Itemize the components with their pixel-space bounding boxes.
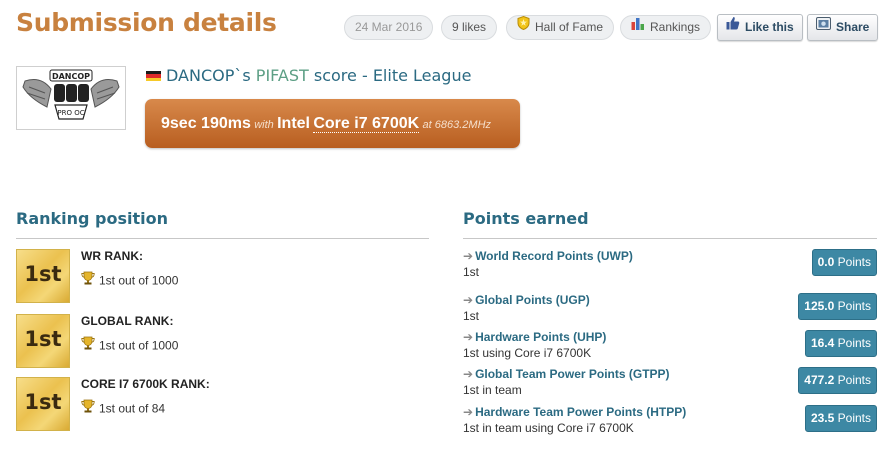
score-box: 9sec 190ms with Intel Core i7 6700K at 6… xyxy=(145,99,520,148)
arrow-right-icon: ➔ xyxy=(463,330,474,344)
points-label[interactable]: Hardware Points (UHP) xyxy=(475,330,606,344)
ranking-divider xyxy=(16,238,429,239)
points-label[interactable]: World Record Points (UWP) xyxy=(475,249,633,263)
like-this-button[interactable]: Like this xyxy=(717,14,803,41)
rank-label: CORE I7 6700K RANK: xyxy=(81,377,210,391)
ranking-section-title: Ranking position xyxy=(16,209,169,228)
hall-of-fame-label: Hall of Fame xyxy=(535,20,604,34)
arrow-right-icon: ➔ xyxy=(463,367,474,381)
rankings-label: Rankings xyxy=(650,20,701,34)
with-word: with xyxy=(254,119,274,131)
page-title: Submission details xyxy=(16,8,277,37)
points-row-uwp: ➔ World Record Points (UWP) 1st 0.0 Point… xyxy=(463,249,877,279)
arrow-right-icon: ➔ xyxy=(463,405,474,419)
likes-text: 9 likes xyxy=(452,20,487,34)
user-link[interactable]: DANCOP xyxy=(166,66,234,85)
points-row-ugp: ➔ Global Points (UGP) 1st 125.0 Points xyxy=(463,293,877,323)
trophy-icon xyxy=(81,336,95,353)
points-badge: 477.2 Points xyxy=(798,367,877,394)
score-word: score xyxy=(308,66,357,85)
team-logo: DANCOP PRO OC xyxy=(16,66,126,130)
points-badge: 23.5 Points xyxy=(804,405,877,432)
points-label[interactable]: Global Team Power Points (GTPP) xyxy=(475,367,669,381)
league-link[interactable]: Elite League xyxy=(373,66,472,85)
germany-flag-icon xyxy=(146,71,161,81)
points-row-gtpp: ➔ Global Team Power Points (GTPP) 1st in … xyxy=(463,367,877,397)
benchmark-link[interactable]: PIFAST xyxy=(256,66,309,85)
points-divider xyxy=(463,238,877,239)
points-badge: 0.0 Points xyxy=(811,249,877,276)
date-text: 24 Mar 2016 xyxy=(355,20,423,34)
points-badge: 125.0 Points xyxy=(798,293,877,320)
share-label: Share xyxy=(836,20,870,34)
shield-icon xyxy=(517,15,530,38)
rankings-button[interactable]: Rankings xyxy=(620,15,712,40)
possessive-text: `s xyxy=(234,66,256,85)
score-value: 9sec 190ms xyxy=(161,115,251,132)
gold-medal-badge: 1st xyxy=(16,314,70,368)
bar-chart-icon xyxy=(631,15,645,38)
cpu-brand: Intel xyxy=(277,115,310,132)
points-row-uhp: ➔ Hardware Points (UHP) 1st using Core i7… xyxy=(463,330,877,360)
logo-text-bottom: PRO OC xyxy=(57,109,84,117)
rank-row-global: 1st GLOBAL RANK: 1st out of 1000 xyxy=(16,314,436,369)
rank-row-wr: 1st WR RANK: 1st out of 1000 xyxy=(16,249,436,304)
likes-badge[interactable]: 9 likes xyxy=(441,15,498,40)
points-badge: 16.4 Points xyxy=(804,330,877,357)
trophy-icon xyxy=(81,399,95,416)
cpu-model-link[interactable]: Core i7 6700K xyxy=(313,115,420,133)
rank-label: GLOBAL RANK: xyxy=(81,314,174,328)
hall-of-fame-button[interactable]: Hall of Fame xyxy=(506,15,615,40)
points-label[interactable]: Global Points (UGP) xyxy=(475,293,590,307)
thumbs-up-icon xyxy=(726,14,740,39)
score-title: DANCOP`s PIFAST score - Elite League xyxy=(166,66,471,85)
rank-value: 1st out of 84 xyxy=(81,399,165,418)
trophy-icon xyxy=(81,271,95,288)
arrow-right-icon: ➔ xyxy=(463,249,474,263)
share-icon xyxy=(816,14,831,39)
arrow-right-icon: ➔ xyxy=(463,293,474,307)
share-button[interactable]: Share xyxy=(807,14,879,41)
rank-value: 1st out of 1000 xyxy=(81,271,178,290)
points-section-title: Points earned xyxy=(463,209,589,228)
gold-medal-badge: 1st xyxy=(16,249,70,303)
rank-label: WR RANK: xyxy=(81,249,143,263)
points-row-htpp: ➔ Hardware Team Power Points (HTPP) 1st i… xyxy=(463,405,877,435)
league-separator: - xyxy=(356,66,373,85)
rank-value: 1st out of 1000 xyxy=(81,336,178,355)
rank-row-cpu: 1st CORE I7 6700K RANK: 1st out of 84 xyxy=(16,377,436,432)
points-label[interactable]: Hardware Team Power Points (HTPP) xyxy=(475,405,686,419)
logo-text-top: DANCOP xyxy=(52,72,90,81)
clock-speed: at 6863.2MHz xyxy=(422,119,492,131)
date-badge: 24 Mar 2016 xyxy=(344,15,434,40)
like-this-label: Like this xyxy=(745,20,794,34)
gold-medal-badge: 1st xyxy=(16,377,70,431)
